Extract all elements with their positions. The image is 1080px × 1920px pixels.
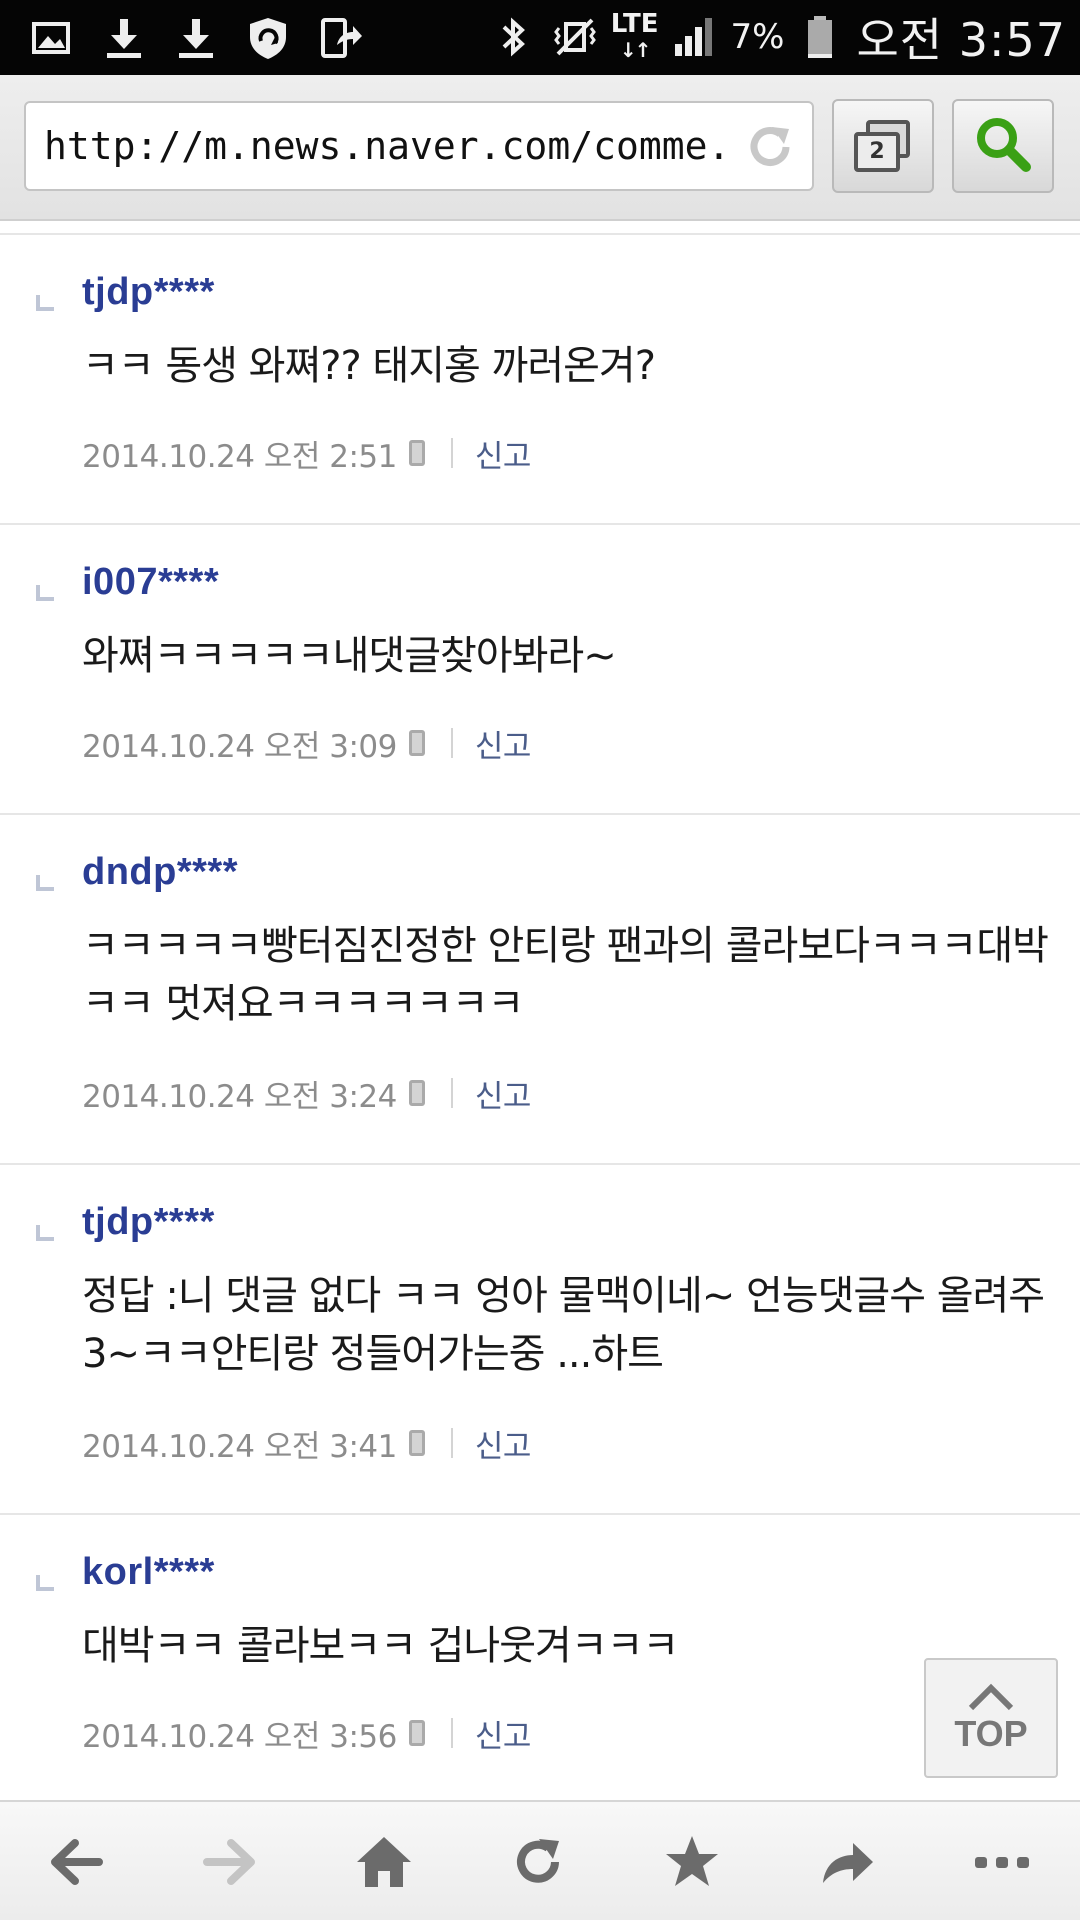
search-button[interactable] [952, 99, 1054, 193]
comment-meta: 2014.10.24 오전 3:41 신고 [82, 1421, 532, 1466]
forward-arrow-icon [203, 1839, 255, 1885]
mobile-icon [408, 1080, 425, 1106]
comment-item: tjdp**** ㅋㅋ 동생 와쪄?? 태지홍 까러온겨? 2014.10.24… [0, 233, 1080, 523]
forward-button[interactable] [192, 1824, 268, 1900]
more-button[interactable] [964, 1824, 1040, 1900]
comment-meta: 2014.10.24 오전 3:09 신고 [82, 721, 532, 766]
bookmark-button[interactable] [654, 1824, 730, 1900]
refresh-button[interactable] [500, 1824, 576, 1900]
report-link[interactable]: 신고 [475, 1071, 532, 1116]
address-bar[interactable]: http://m.news.naver.com/comme... [24, 101, 814, 191]
report-link[interactable]: 신고 [475, 721, 532, 766]
report-link[interactable]: 신고 [475, 1711, 532, 1756]
report-link[interactable]: 신고 [475, 1421, 532, 1466]
comment-username[interactable]: dndp**** [82, 851, 238, 894]
reply-indent-icon [36, 1575, 54, 1591]
report-link[interactable]: 신고 [475, 431, 532, 476]
comment-list: tjdp**** ㅋㅋ 동생 와쪄?? 태지홍 까러온겨? 2014.10.24… [0, 233, 1080, 1803]
divider [450, 728, 453, 758]
comment-username[interactable]: korl**** [82, 1551, 215, 1594]
home-icon [357, 1837, 411, 1887]
chevron-up-icon [968, 1683, 1014, 1711]
tabs-icon: 2 [854, 120, 912, 172]
comment-username[interactable]: i007**** [82, 561, 219, 604]
comment-meta: 2014.10.24 오전 2:51 신고 [82, 431, 532, 476]
comment-item: korl**** 대박ㅋㅋ 콜라보ㅋㅋ 겁나웃겨ㅋㅋㅋ 2014.10.24 오… [0, 1513, 1080, 1803]
url-text[interactable]: http://m.news.naver.com/comme... [44, 103, 724, 189]
mobile-icon [408, 1430, 425, 1456]
bookmark-star-icon [666, 1836, 718, 1886]
reload-icon[interactable] [742, 119, 798, 175]
download-icon [170, 12, 222, 64]
bluetooth-icon [487, 11, 539, 63]
browser-toolbar: http://m.news.naver.com/comme... 2 [0, 75, 1080, 221]
shield-sync-icon [242, 12, 294, 64]
comment-meta: 2014.10.24 오전 3:56 신고 [82, 1711, 532, 1756]
tabs-button[interactable]: 2 [832, 99, 934, 193]
more-dots-icon [975, 1857, 1029, 1868]
share-button[interactable] [808, 1824, 884, 1900]
refresh-icon [517, 1839, 559, 1883]
mobile-icon [408, 1720, 425, 1746]
comment-date: 2014.10.24 오전 3:09 [82, 728, 397, 765]
top-label: TOP [954, 1713, 1028, 1754]
comment-body: ㅋㅋ 동생 와쪄?? 태지홍 까러온겨? [82, 343, 656, 389]
divider [450, 1718, 453, 1748]
lte-indicator: LTE ↓↑ [610, 9, 659, 62]
home-button[interactable] [346, 1824, 422, 1900]
scroll-to-top-button[interactable]: TOP [924, 1658, 1058, 1778]
vibrate-mute-icon [549, 11, 601, 63]
comment-item: i007**** 와쪄ㅋㅋㅋㅋㅋ내댓글찾아봐라~ 2014.10.24 오전 3… [0, 523, 1080, 813]
reply-indent-icon [36, 585, 54, 601]
share-device-icon [314, 12, 366, 64]
comment-item: dndp**** ㅋㅋㅋㅋㅋ빵터짐진정한 안티랑 팬과의 콜라보다ㅋㅋㅋ대박ㅋㅋ… [0, 813, 1080, 1163]
divider [450, 1078, 453, 1108]
battery-icon [794, 11, 846, 63]
mobile-icon [408, 730, 425, 756]
divider [450, 1428, 453, 1458]
back-arrow-icon [51, 1839, 103, 1885]
comment-date: 2014.10.24 오전 2:51 [82, 438, 397, 475]
comment-body: 와쪄ㅋㅋㅋㅋㅋ내댓글찾아봐라~ [82, 633, 617, 679]
download-icon [98, 12, 150, 64]
battery-percent: 7% [730, 17, 785, 57]
signal-icon [668, 11, 720, 63]
comment-username[interactable]: tjdp**** [82, 1201, 215, 1244]
clock: 오전 3:57 [856, 13, 1066, 67]
comment-username[interactable]: tjdp**** [82, 271, 215, 314]
mobile-icon [408, 440, 425, 466]
share-arrow-icon [823, 1843, 873, 1883]
gallery-icon [26, 12, 78, 64]
divider [450, 438, 453, 468]
reply-indent-icon [36, 1225, 54, 1241]
browser-bottom-bar [0, 1800, 1080, 1920]
status-bar: LTE ↓↑ 7% 오전 3:57 [0, 0, 1080, 75]
comment-body: 정답 :니 댓글 없다 ㅋㅋ 엉아 물맥이네~ 언능댓글수 올려주3~ㅋㅋ안티랑… [82, 1273, 1045, 1377]
back-button[interactable] [38, 1824, 114, 1900]
comment-date: 2014.10.24 오전 3:56 [82, 1718, 397, 1755]
comment-meta: 2014.10.24 오전 3:24 신고 [82, 1071, 532, 1116]
comment-date: 2014.10.24 오전 3:41 [82, 1428, 397, 1465]
reply-indent-icon [36, 295, 54, 311]
comment-date: 2014.10.24 오전 3:24 [82, 1078, 397, 1115]
comment-body: ㅋㅋㅋㅋㅋ빵터짐진정한 안티랑 팬과의 콜라보다ㅋㅋㅋ대박ㅋㅋ 멋져요ㅋㅋㅋㅋㅋ… [82, 923, 1049, 1027]
search-icon [972, 113, 1034, 179]
comment-body: 대박ㅋㅋ 콜라보ㅋㅋ 겁나웃겨ㅋㅋㅋ [82, 1623, 679, 1669]
comment-item: tjdp**** 정답 :니 댓글 없다 ㅋㅋ 엉아 물맥이네~ 언능댓글수 올… [0, 1163, 1080, 1513]
reply-indent-icon [36, 875, 54, 891]
